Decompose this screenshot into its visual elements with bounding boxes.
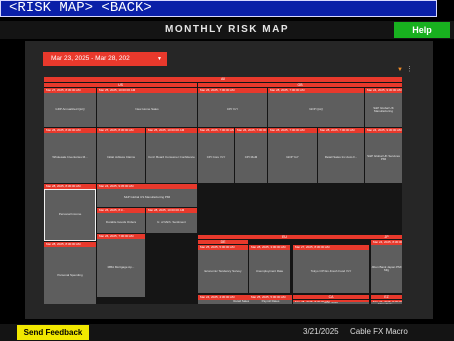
help-button[interactable]: Help [394,22,450,38]
event-tile[interactable]: Personal Spending [44,247,96,304]
chevron-down-icon: ▼ [157,56,162,62]
region-gb-header[interactable]: GB [198,83,402,87]
treemap: All US GB EU DE CA JP EZ Mar 27, 2025, 8… [44,77,402,304]
footer-source: Cable FX Macro [350,327,408,336]
command-bar[interactable]: <RISK MAP> <BACK> [0,0,437,17]
event-tile[interactable]: S&P Global UK Manufacturing [365,93,402,127]
region-jp-header[interactable]: JP [371,235,402,239]
event-tile[interactable]: MBA Mortgage Ap... [97,239,145,297]
region-ez-header[interactable]: EZ [371,295,402,299]
event-tile[interactable]: CPI Core YoY [198,133,234,183]
date-range-value: Mar 23, 2025 - Mar 28, 202 [51,55,130,62]
event-tile[interactable]: HCOB Eurozone Manufactu... [371,302,402,304]
send-feedback-button[interactable]: Send Feedback [17,325,89,340]
footer: Send Feedback 3/21/2025 Cable FX Macro [0,324,454,341]
event-tile[interactable]: Retail Sales Inc Auto F... [318,133,364,183]
event-tile[interactable]: Conf. Board Consumer Confidence [146,133,197,183]
event-tile[interactable]: Tokyo CPI Ex-Fresh Food YoY [293,250,369,293]
footer-date: 3/21/2025 [303,327,339,336]
event-tile[interactable]: CPI YoY [198,93,267,127]
event-tile[interactable]: Durable Goods Orders [97,213,145,233]
event-tile[interactable]: Payroll Rates [249,300,292,304]
event-tile[interactable]: Personal Income [44,189,96,241]
event-tile[interactable]: S&P Global UK Services PMI [365,133,402,183]
event-tile[interactable]: Initial Jobless Claims [97,133,145,183]
region-us-header[interactable]: US [44,83,197,87]
region-de-header[interactable]: DE [198,240,248,244]
event-tile[interactable]: Jibun Bank Japan PMI Mfg [371,245,402,293]
region-ca-header[interactable]: CA [293,295,369,299]
filter-icon[interactable]: ▼ [397,67,403,73]
command-text: <RISK MAP> <BACK> [9,0,152,16]
page-title: MONTHLY RISK MAP [164,24,289,35]
date-range-selector[interactable]: Mar 23, 2025 - Mar 28, 202 ▼ [43,52,167,66]
event-tile[interactable]: Unemployment Rate [249,250,290,293]
event-tile[interactable]: New Home Sales [97,93,197,127]
event-tile[interactable]: GDP Annualized QoQ [44,93,96,127]
risk-map-panel: Mar 23, 2025 - Mar 28, 202 ▼ ▼ ⋮ All US … [25,41,433,319]
event-tile[interactable]: GDP QoQ [268,93,364,127]
event-tile[interactable]: S&P Global US Manufacturing PMI [97,189,197,207]
event-tile[interactable]: CPI MoM [235,133,267,183]
region-eu-header[interactable]: EU [198,235,371,239]
more-menu-icon[interactable]: ⋮ [406,65,413,73]
event-tile[interactable]: U. of Mich. Sentiment [146,213,197,233]
region-all-header[interactable]: All [44,77,402,82]
title-bar: MONTHLY RISK MAP Help [0,21,454,39]
event-tile[interactable]: Wholesale Inventories M... [44,133,96,183]
event-tile[interactable]: Economic Tendency Survey [198,250,248,293]
event-tile[interactable]: GDP YoY [268,133,317,183]
event-tile[interactable]: GDP MoM [293,302,369,304]
